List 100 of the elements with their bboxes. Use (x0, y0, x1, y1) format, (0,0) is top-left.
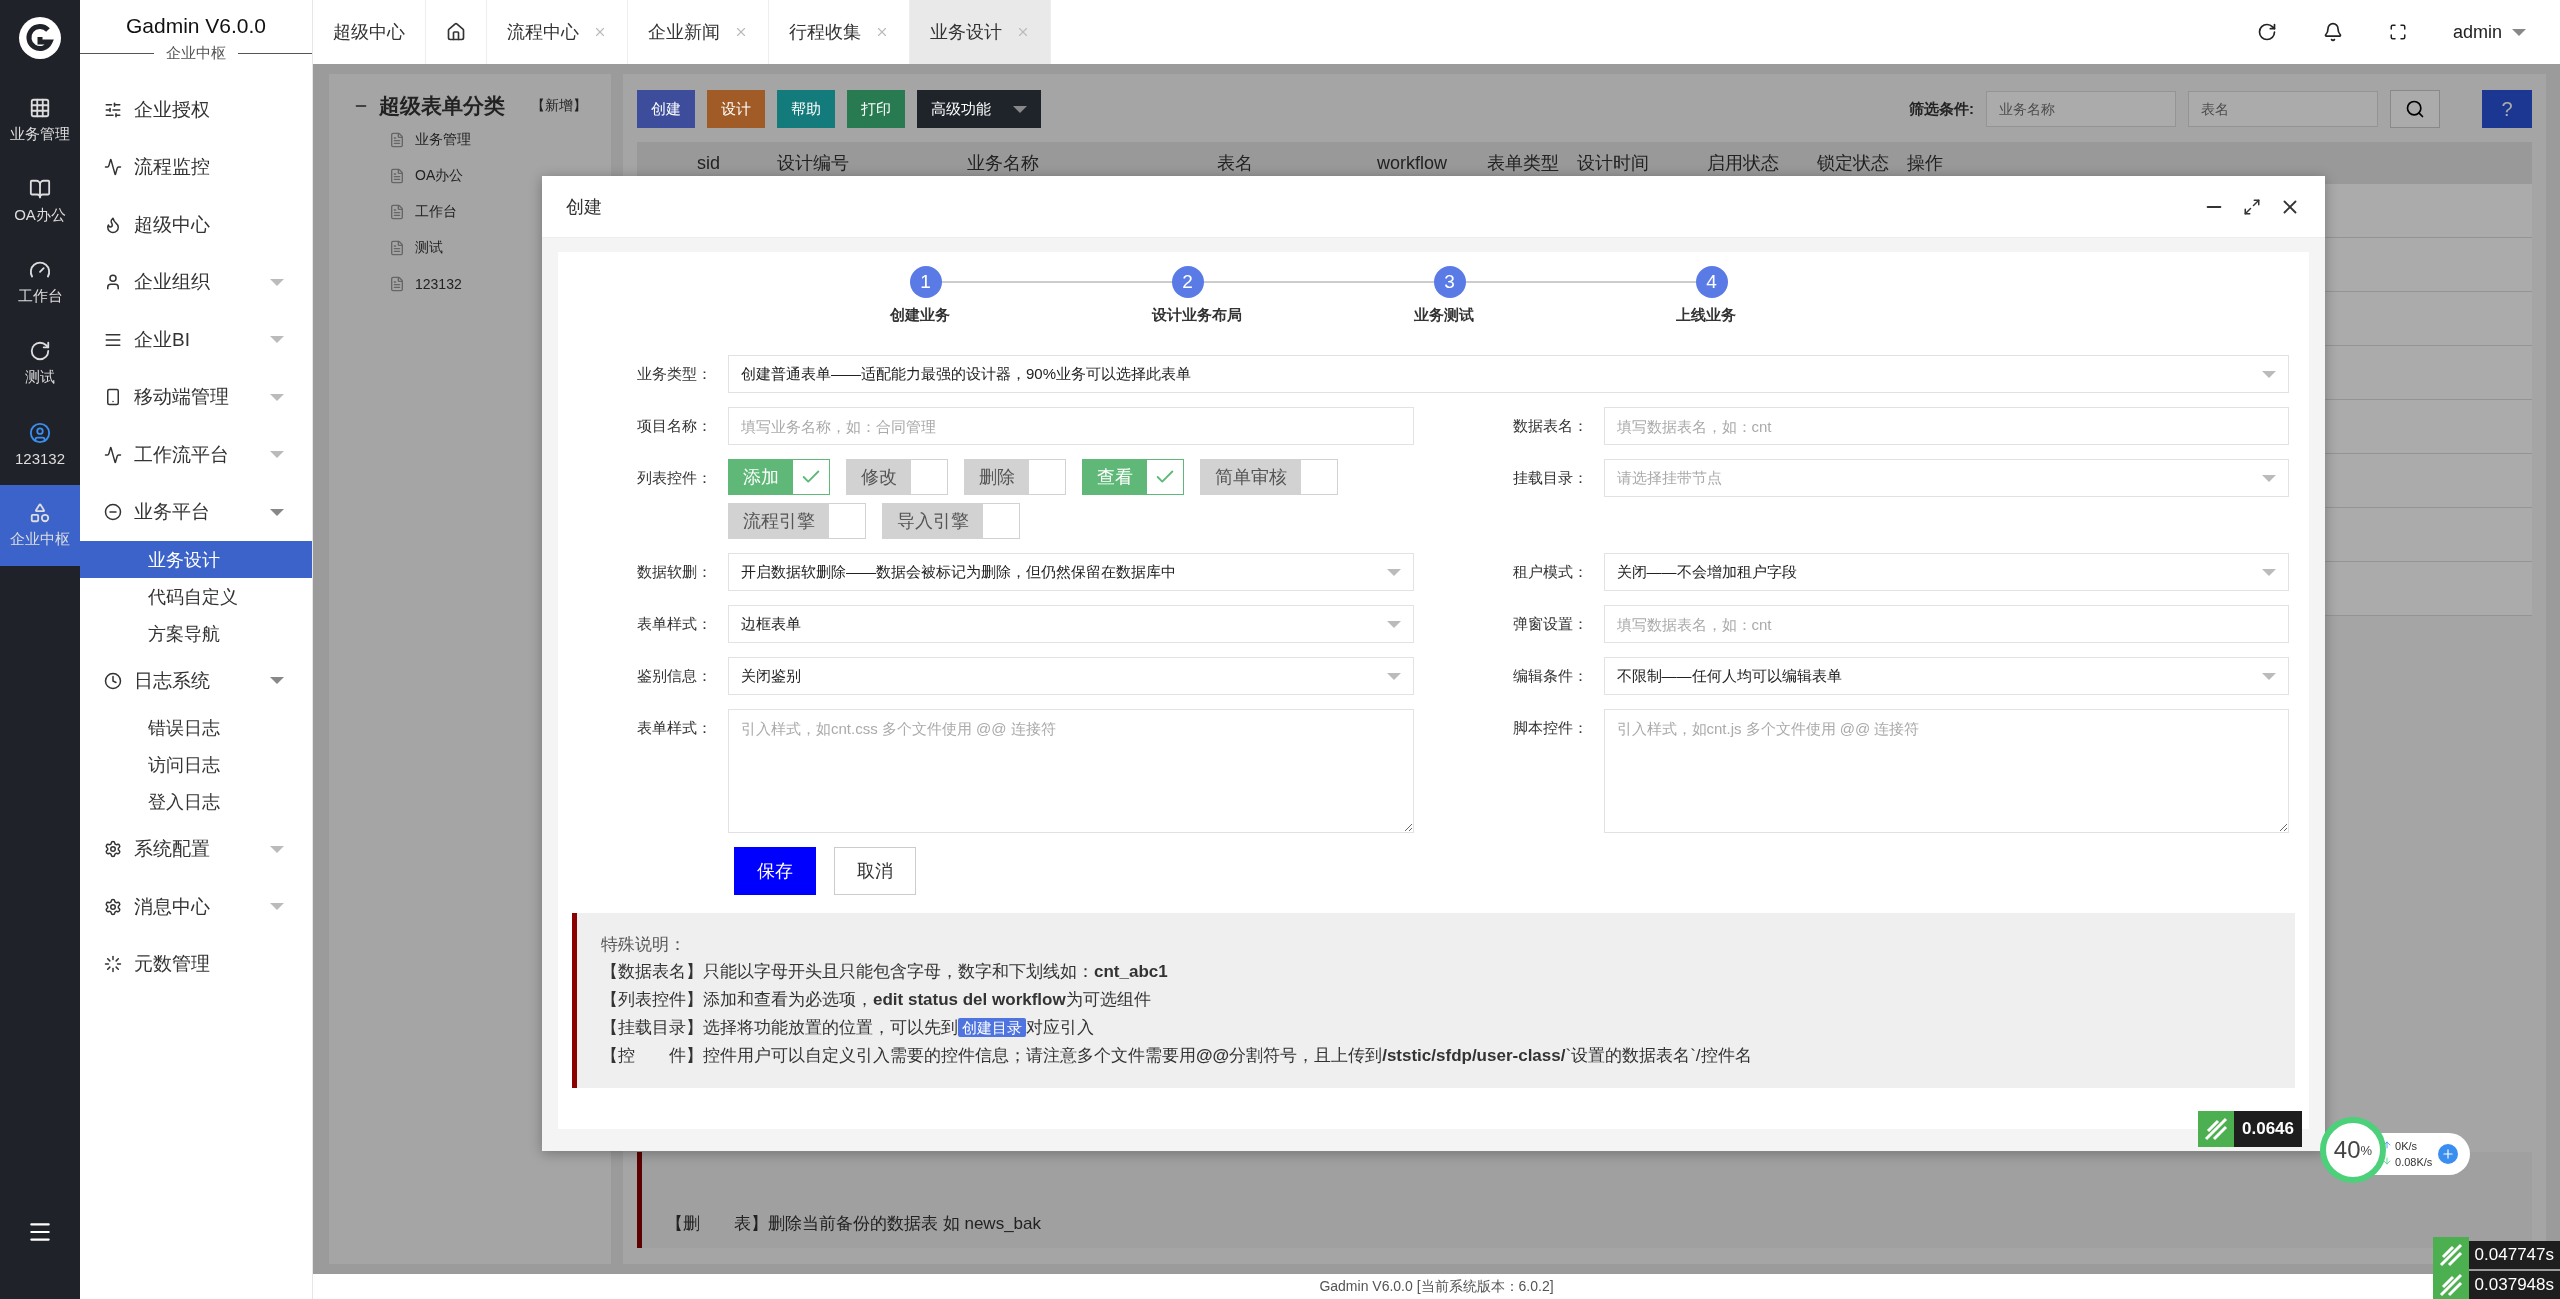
toolbar-button[interactable]: 帮助 (777, 90, 835, 128)
field-label: 挂载目录： (1511, 468, 1589, 488)
sidebar-item[interactable]: 元数管理 (80, 935, 312, 993)
circle-minus-icon (104, 503, 122, 522)
field-label: 数据表名： (1511, 416, 1589, 436)
toolbar-button[interactable]: 创建 (637, 90, 695, 128)
filter-field[interactable]: 业务名称 (1986, 91, 2176, 127)
filter-field[interactable]: 表名 (2188, 91, 2378, 127)
sidebar-item[interactable]: 企业组织 (80, 253, 312, 311)
rail-label: 企业中枢 (10, 530, 70, 549)
select-field[interactable]: 边框表单 (728, 605, 1414, 643)
rail-label: 测试 (25, 368, 55, 387)
toggle-chip[interactable]: 修改 (846, 459, 948, 495)
sidebar-item[interactable]: 系统配置 (80, 820, 312, 878)
caret-icon (270, 903, 284, 911)
caret-icon (270, 508, 284, 516)
sidebar-item[interactable]: 业务平台 (80, 483, 312, 541)
step-number: 1 (909, 266, 942, 298)
rail-item[interactable]: 业务管理 (0, 80, 80, 161)
sidebar-item[interactable]: 移动端管理 (80, 368, 312, 426)
search-button[interactable] (2390, 90, 2440, 128)
column-header: 操作 (1907, 152, 1944, 175)
toolbar-button[interactable]: 高级功能 (917, 90, 1041, 128)
fullscreen-icon[interactable] (2388, 23, 2407, 41)
maximize-icon[interactable] (2243, 197, 2261, 216)
select-field[interactable]: 不限制——任何人均可以编辑表单 (1603, 657, 2289, 695)
step-label: 创建业务 (889, 306, 950, 325)
sidebar-item[interactable]: 流程监控 (80, 138, 312, 196)
select-field[interactable]: 创建普通表单——适配能力最强的设计器，90%业务可以选择此表单 (728, 355, 2289, 393)
input-field[interactable]: 填写数据表名，如：cnt (1603, 407, 2289, 445)
field-label: 编辑条件： (1511, 666, 1589, 686)
column-header: 业务名称 (967, 152, 1040, 175)
refresh-icon[interactable] (2256, 22, 2277, 42)
tree-item[interactable]: 测试 (353, 232, 587, 264)
select-field[interactable]: 关闭鉴别 (728, 657, 1414, 695)
field-label: 项目名称： (636, 416, 713, 436)
field-label: 脚本控件： (1511, 718, 1589, 738)
tab[interactable]: 业务设计 (910, 0, 1051, 64)
save-button[interactable]: 保存 (734, 847, 816, 895)
file-icon (389, 168, 405, 184)
textarea-field[interactable]: 引入样式，如cnt.css 多个文件使用 @@ 连接符 (728, 709, 1414, 833)
rail-label: 业务管理 (10, 125, 70, 144)
sidebar-item[interactable]: 日志系统 (80, 652, 312, 710)
tree-item[interactable]: 123132 (353, 268, 587, 300)
help-button[interactable]: ? (2482, 90, 2532, 128)
sidebar-item[interactable]: 企业BI (80, 311, 312, 369)
select-field[interactable]: 关闭——不会增加租户字段 (1603, 553, 2289, 591)
sidebar-subitem[interactable]: 方案导航 (80, 615, 312, 652)
field-label: 业务类型： (636, 364, 713, 384)
tree-item[interactable]: 业务管理 (353, 124, 587, 156)
column-header: 设计时间 (1577, 152, 1650, 175)
gear-icon (104, 840, 122, 859)
toolbar-button[interactable]: 打印 (847, 90, 905, 128)
rail-item[interactable]: 123132 (0, 404, 80, 485)
rail-item[interactable]: 测试 (0, 323, 80, 404)
link[interactable]: 创建目录 (958, 1018, 1026, 1037)
field-label: 表单样式： (636, 718, 713, 738)
toolbar-button[interactable]: 设计 (707, 90, 765, 128)
sidebar-item[interactable]: 企业授权 (80, 81, 312, 139)
sidebar-subitem[interactable]: 访问日志 (80, 746, 312, 784)
toggle-chip[interactable]: 导入引擎 (882, 503, 1020, 539)
sidebar-subitem[interactable]: 业务设计 (80, 541, 312, 578)
textarea-field[interactable]: 引入样式，如cnt.js 多个文件使用 @@ 连接符 (1603, 709, 2289, 833)
sidebar-item[interactable]: 工作流平台 (80, 426, 312, 484)
caret-icon (270, 336, 284, 344)
toggle-chip[interactable]: 流程引擎 (728, 503, 866, 539)
speed-widget: 0.0646 (2198, 1111, 2302, 1147)
notes-title: 特殊说明： (601, 934, 687, 956)
plus-icon[interactable] (2438, 1144, 2459, 1164)
input-field[interactable]: 填写业务名称，如：合同管理 (728, 407, 1414, 445)
step-label: 设计业务布局 (1151, 306, 1242, 325)
phone-icon (104, 388, 122, 407)
toggle-chip[interactable]: 删除 (964, 459, 1066, 495)
sidebar-subitem[interactable]: 代码自定义 (80, 578, 312, 615)
input-field[interactable]: 填写数据表名，如：cnt (1603, 605, 2289, 643)
bell-icon[interactable] (2322, 22, 2343, 42)
user-icon (104, 273, 122, 292)
sidebar-item[interactable]: 消息中心 (80, 878, 312, 936)
rail-item[interactable]: 工作台 (0, 242, 80, 323)
add-link[interactable]: 【新增】 (531, 97, 587, 115)
sidebar-item[interactable]: 超级中心 (80, 196, 312, 254)
rail-item[interactable]: 企业中枢 (0, 485, 80, 566)
user-menu[interactable]: admin (2452, 21, 2526, 43)
sidebar-subitem[interactable]: 登入日志 (80, 783, 312, 821)
column-header: 启用状态 (1707, 152, 1780, 175)
sidebar-subitem[interactable]: 错误日志 (80, 709, 312, 747)
rail-item[interactable]: OA办公 (0, 161, 80, 242)
rail-label: OA办公 (14, 206, 66, 225)
tree-item[interactable]: OA办公 (353, 160, 587, 192)
cancel-button[interactable]: 取消 (834, 847, 916, 895)
sliders-icon (104, 100, 122, 119)
gear-icon (104, 897, 122, 916)
column-header: 表名 (1217, 152, 1254, 175)
file-icon (389, 132, 405, 148)
field-label: 弹窗设置： (1511, 614, 1589, 634)
arrow-down-icon (2382, 1156, 2392, 1166)
dialog-title: 创建 (566, 195, 603, 219)
toggle-chip[interactable]: 简单审核 (1200, 459, 1338, 495)
select-field[interactable]: 开启数据软删除——数据会被标记为删除，但仍然保留在数据库中 (728, 553, 1414, 591)
note-text: 【挂载目录】选择将功能放置的位置，可以先到 创建目录 对应引入 (601, 1017, 1095, 1039)
